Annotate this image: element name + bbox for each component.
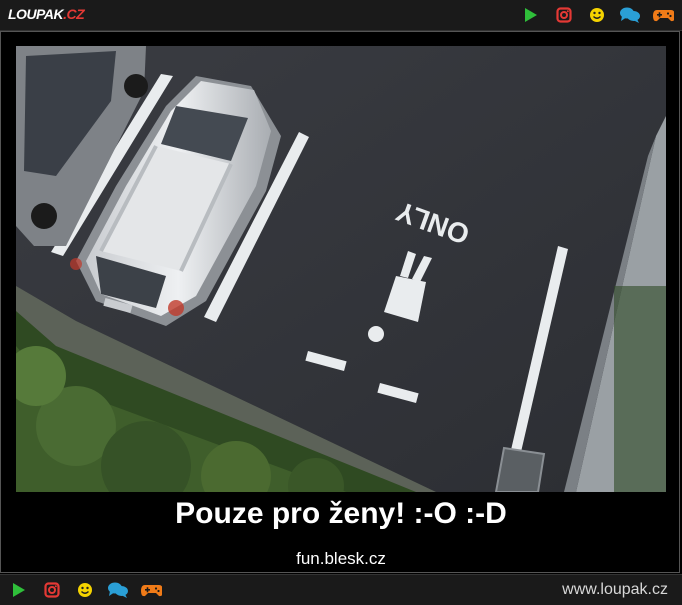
chat-icon[interactable] bbox=[107, 579, 129, 601]
bottom-icon-group bbox=[8, 579, 173, 601]
bottom-bar: www.loupak.cz bbox=[0, 574, 682, 605]
loupak-logo[interactable]: LOUPAK.CZ bbox=[8, 6, 85, 22]
post-image[interactable]: ONLY bbox=[16, 46, 666, 492]
gamepad-icon[interactable] bbox=[652, 4, 674, 26]
smiley-icon[interactable] bbox=[74, 579, 96, 601]
top-icon-group bbox=[509, 4, 674, 26]
gamepad-icon[interactable] bbox=[140, 579, 162, 601]
play-icon[interactable] bbox=[8, 579, 30, 601]
top-bar: LOUPAK.CZ bbox=[0, 0, 682, 31]
smiley-icon[interactable] bbox=[586, 4, 608, 26]
post-source[interactable]: fun.blesk.cz bbox=[0, 549, 682, 569]
instagram-icon[interactable] bbox=[41, 579, 63, 601]
instagram-icon[interactable] bbox=[553, 4, 575, 26]
post-caption: Pouze pro ženy! :-O :-D bbox=[175, 497, 507, 530]
chat-icon[interactable] bbox=[619, 4, 641, 26]
site-url[interactable]: www.loupak.cz bbox=[562, 581, 668, 599]
play-icon[interactable] bbox=[520, 4, 542, 26]
